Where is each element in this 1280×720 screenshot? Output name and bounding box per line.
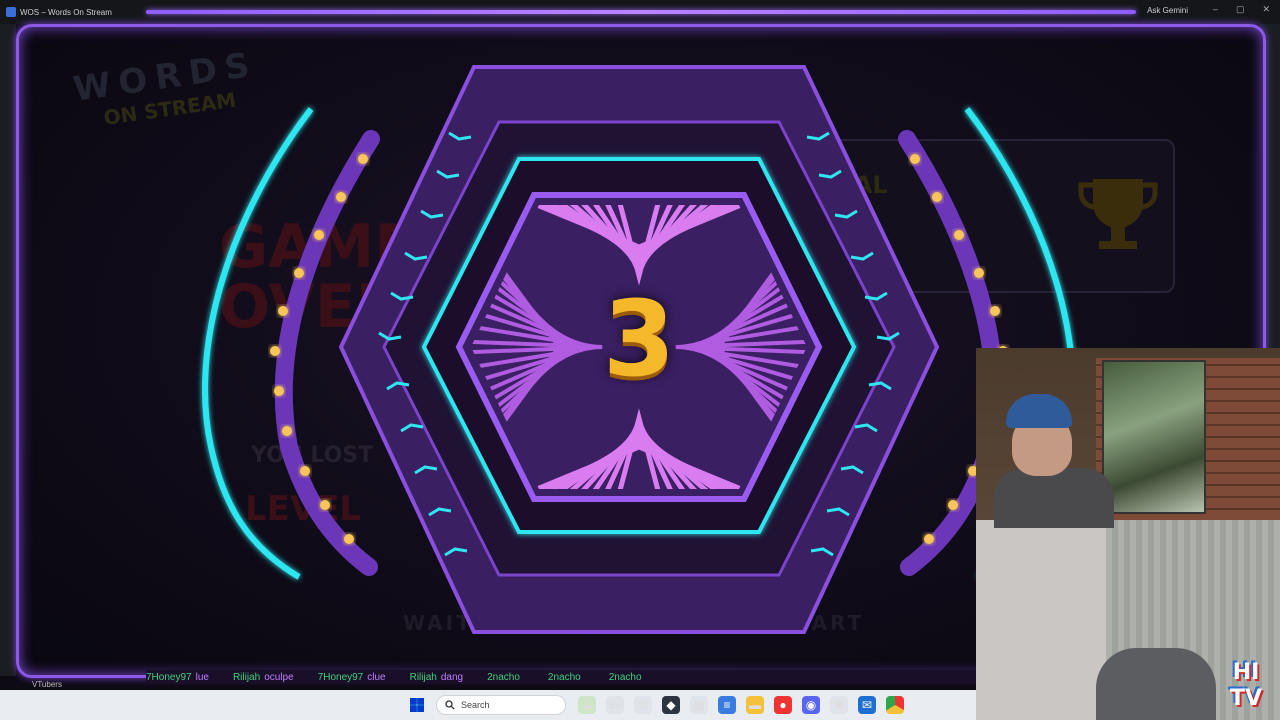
ticker-user: 2nacho [547, 671, 581, 683]
ticker-user: 2nacho [608, 671, 642, 683]
minimize-button[interactable]: – [1213, 4, 1218, 15]
ticker-item: Rilijah dang [410, 672, 463, 683]
windows-start-icon[interactable] [410, 698, 424, 712]
light-bulb [948, 500, 958, 510]
browser-tab[interactable]: WOS – Words On Stream [6, 7, 112, 17]
ticker-item: 2nacho [548, 672, 585, 683]
ticker-item: 7Honey97 clue [318, 672, 386, 683]
webcam-waterfall-poster [1102, 360, 1206, 514]
webcam-overlay: HI TV [976, 348, 1280, 720]
widgets-icon[interactable]: ☁ [578, 696, 596, 714]
chrome-icon[interactable] [886, 696, 904, 714]
webcam-person-shirt [994, 468, 1114, 528]
light-bulb [924, 534, 934, 544]
taskbar-icons: ☁ ▭ ⚙ ◆ ▦ ≡ ▬ ● ◉ ✺ ✉ [578, 696, 904, 714]
light-bulb [344, 534, 354, 544]
task-view-icon[interactable]: ▭ [606, 696, 624, 714]
notes-icon[interactable]: ≡ [718, 696, 736, 714]
ticker-user: Rilijah [409, 671, 437, 683]
light-bulb [282, 426, 292, 436]
ticker-item: 2nacho [609, 672, 646, 683]
taskbar: Search ☁ ▭ ⚙ ◆ ▦ ≡ ▬ ● ◉ ✺ ✉ [0, 690, 976, 720]
search-placeholder: Search [461, 700, 490, 710]
ticker-user: 2nacho [487, 671, 520, 683]
close-button[interactable]: ✕ [1262, 4, 1270, 15]
vtubers-label: VTubers [32, 680, 62, 689]
light-bulb [336, 192, 346, 202]
light-bulb [932, 192, 942, 202]
chatgpt-icon[interactable]: ✺ [830, 696, 848, 714]
left-app-strip [0, 24, 16, 676]
ticker-item: Rilijah oculpe [233, 672, 294, 683]
ticker-user: 7Honey97 [317, 671, 364, 683]
outlook-icon[interactable]: ✉ [858, 696, 876, 714]
ticker-item: 7Honey97 lue [146, 672, 209, 683]
ticker-msg: lue [195, 671, 209, 683]
app-icon[interactable]: ◆ [662, 696, 680, 714]
ticker-msg: dang [440, 671, 464, 683]
light-bulb [990, 306, 1000, 316]
discord-icon[interactable]: ◉ [802, 696, 820, 714]
window-controls: – ▢ ✕ [1213, 4, 1270, 15]
light-bulb [974, 268, 984, 278]
light-bulb [314, 230, 324, 240]
ticker-item: 2nacho [487, 672, 524, 683]
light-bulb [954, 230, 964, 240]
calculator-icon[interactable]: ▦ [690, 696, 708, 714]
light-bulb [910, 154, 920, 164]
search-icon [445, 700, 455, 710]
ticker-msg: clue [367, 671, 386, 683]
hitv-logo: HI TV [1229, 660, 1263, 711]
folder-icon[interactable]: ▬ [746, 696, 764, 714]
chat-ticker: 7Honey97 lue Rilijah oculpe 7Honey97 clue R… [146, 670, 976, 684]
light-bulb [320, 500, 330, 510]
maximize-button[interactable]: ▢ [1236, 4, 1245, 15]
ticker-user: 7Honey97 [146, 671, 192, 683]
countdown-number: 3 [602, 278, 676, 400]
webcam-chair [1096, 648, 1216, 720]
media-icon[interactable]: ● [774, 696, 792, 714]
light-bulb [270, 346, 280, 356]
light-bulb [294, 268, 304, 278]
ticker-user: Rilijah [232, 671, 261, 683]
ticker-msg: oculpe [264, 671, 294, 683]
ask-gemini-button[interactable]: Ask Gemini [1147, 6, 1188, 15]
taskbar-search[interactable]: Search [436, 695, 566, 715]
light-bulb [358, 154, 368, 164]
settings-icon[interactable]: ⚙ [634, 696, 652, 714]
light-bulb [278, 306, 288, 316]
tab-favicon-icon [6, 7, 16, 17]
light-bulb [274, 386, 284, 396]
tab-title: WOS – Words On Stream [20, 7, 112, 17]
light-bulb [300, 466, 310, 476]
load-progress-bar [146, 10, 1136, 14]
